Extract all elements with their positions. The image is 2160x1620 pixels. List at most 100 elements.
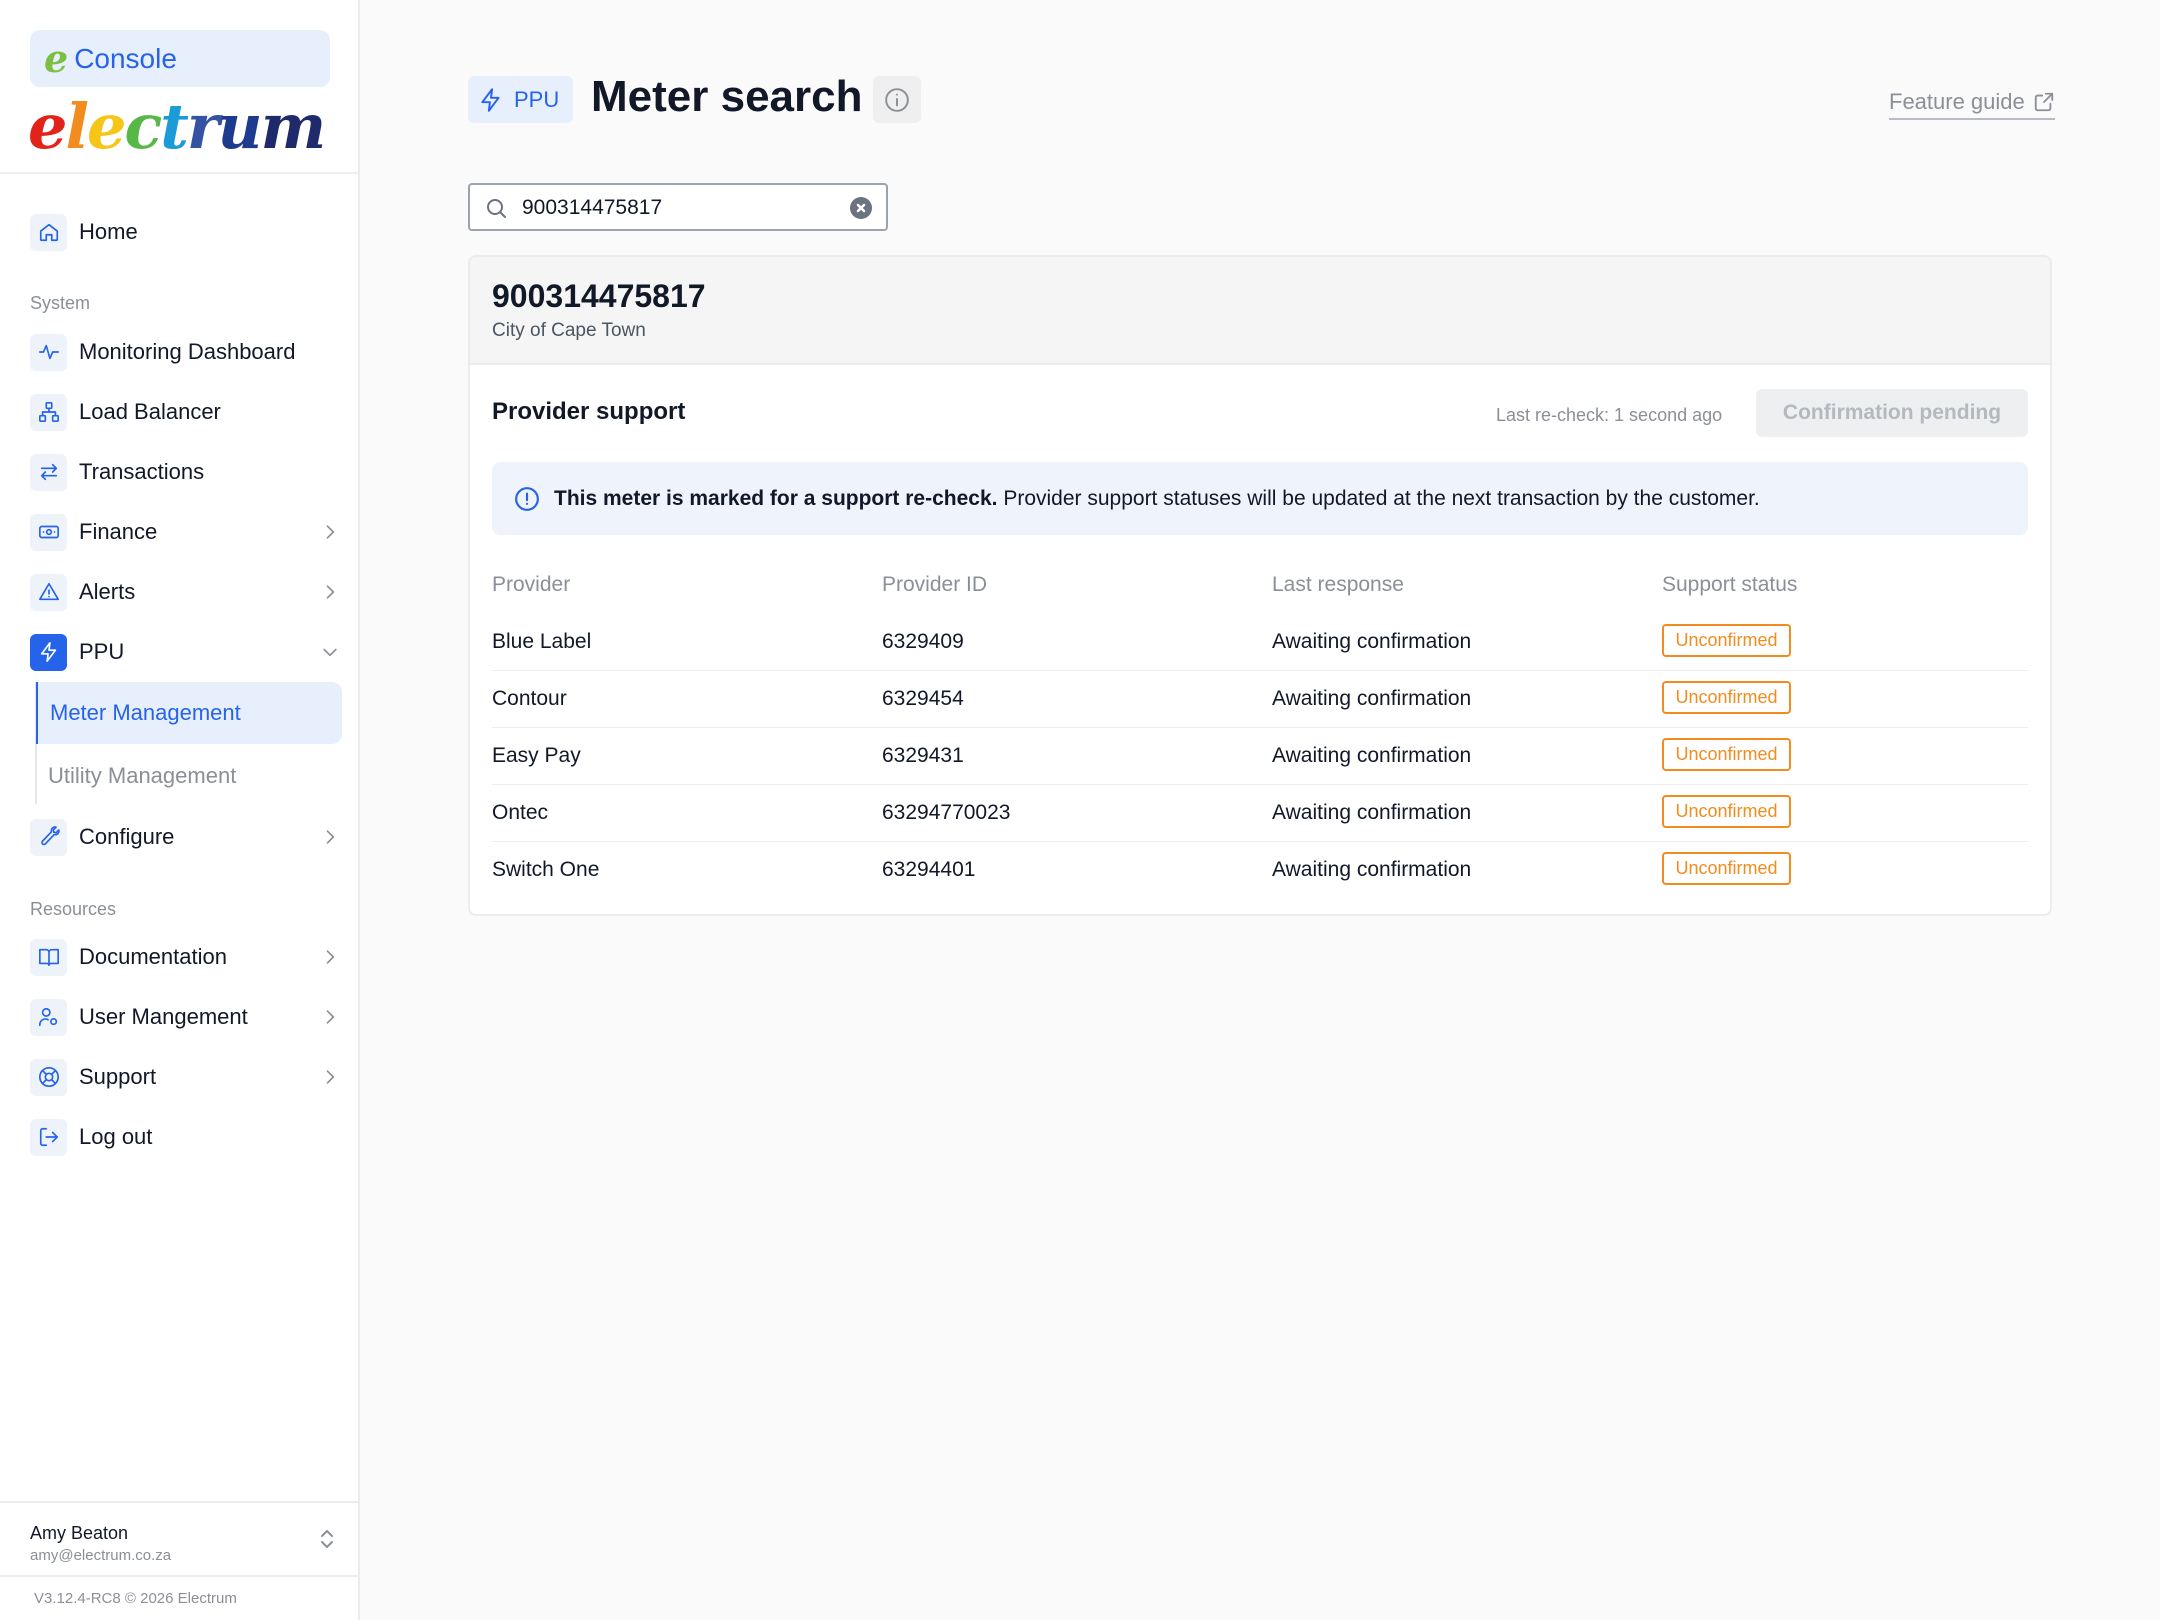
chevron-right-icon [320,522,340,542]
sidebar-item-label: Load Balancer [79,399,221,424]
chevron-down-icon [320,642,340,662]
provider-id: 6329454 [882,687,964,710]
hierarchy-icon [30,393,67,431]
sidebar-item-label: Transactions [79,459,205,484]
user-name: Amy Beaton [30,1523,129,1543]
sidebar-item-support[interactable]: Support [30,1057,340,1097]
info-button[interactable] [873,76,921,123]
user-menu[interactable]: Amy Beaton amy@electrum.co.za [0,1501,358,1577]
sidebar-item-label: Home [79,219,138,244]
last-response: Awaiting confirmation [1272,801,1472,824]
sidebar-subitem-utility-management[interactable]: Utility Management [36,745,342,807]
page-title: Meter search [591,72,863,121]
table-row: Easy Pay 6329431 Awaiting confirmation U… [492,728,2028,785]
last-response: Awaiting confirmation [1272,744,1472,767]
arrows-exchange-icon [30,453,67,491]
column-header-provider: Provider [492,573,571,596]
chevron-up-down-icon [318,1527,336,1551]
sidebar-item-label: Finance [79,519,158,544]
chevron-right-icon [320,1007,340,1027]
sidebar-item-documentation[interactable]: Documentation [30,937,340,977]
sidebar-divider [0,172,358,174]
table-row: Switch One 63294401 Awaiting confirmatio… [492,842,2028,899]
notice-bold: This meter is marked for a support re-ch… [554,486,998,510]
notice-text: This meter is marked for a support re-ch… [554,487,1760,511]
sidebar-item-label: Support [79,1064,157,1089]
section-label-resources: Resources [30,899,117,919]
external-link-icon [2034,92,2053,112]
meter-result-card: 900314475817 City of Cape Town Provider … [468,255,2052,916]
book-icon [30,938,67,976]
table-row: Blue Label 6329409 Awaiting confirmation… [492,614,2028,671]
provider-id: 6329409 [882,630,964,653]
last-response: Awaiting confirmation [1272,687,1472,710]
info-circle-icon [515,486,539,511]
feature-guide-link[interactable]: Feature guide [1889,86,2055,120]
user-email: amy@electrum.co.za [30,1547,172,1564]
meter-number: 900314475817 [492,278,706,314]
provider-name: Contour [492,687,567,710]
column-header-provider-id: Provider ID [882,573,988,596]
ppu-badge: PPU [468,76,573,123]
clear-search-icon[interactable] [850,197,872,219]
provider-id: 63294770023 [882,801,1011,824]
sidebar-item-label: PPU [79,639,125,664]
home-icon [30,213,67,251]
chevron-right-icon [320,582,340,602]
table-row: Ontec 63294770023 Awaiting confirmation … [492,785,2028,842]
lightning-icon [481,87,500,112]
sidebar-item-load-balancer[interactable]: Load Balancer [30,392,340,432]
provider-name: Easy Pay [492,744,581,767]
sidebar-item-logout[interactable]: Log out [30,1117,340,1157]
last-recheck-text: Last re-check: 1 second ago [1496,405,1723,425]
sidebar: e Console electrum Home System Monitorin… [0,0,360,1620]
meter-city: City of Cape Town [492,320,646,341]
sidebar-item-label: Documentation [79,944,227,969]
sidebar-item-user-management[interactable]: User Mangement [30,997,340,1037]
feature-guide-label: Feature guide [1889,89,2025,114]
lightning-icon [30,633,67,671]
logout-icon [30,1118,67,1156]
status-badge: Unconfirmed [1662,624,1791,657]
last-response: Awaiting confirmation [1272,630,1472,653]
sidebar-item-configure[interactable]: Configure [30,817,340,857]
info-icon [885,87,909,112]
sidebar-subitem-meter-management[interactable]: Meter Management [36,682,342,744]
sidebar-item-ppu[interactable]: PPU [30,632,340,672]
status-badge: Unconfirmed [1662,681,1791,714]
sidebar-item-transactions[interactable]: Transactions [30,452,340,492]
wrench-icon [30,818,67,856]
provider-support-title: Provider support [492,398,686,425]
recheck-notice: This meter is marked for a support re-ch… [492,462,2028,535]
sidebar-item-label: Monitoring Dashboard [79,339,296,364]
console-switcher[interactable]: e Console [30,30,330,87]
version-text: V3.12.4-RC8 © 2026 Electrum [34,1590,237,1607]
last-response: Awaiting confirmation [1272,858,1472,881]
confirmation-pending-button[interactable]: Confirmation pending [1756,389,2028,437]
ppu-badge-label: PPU [514,86,560,112]
status-badge: Unconfirmed [1662,738,1791,771]
electrum-logo: electrum [28,90,326,163]
chevron-right-icon [320,947,340,967]
sidebar-item-alerts[interactable]: Alerts [30,572,340,612]
sidebar-item-label: Log out [79,1124,153,1149]
chevron-right-icon [320,1067,340,1087]
sidebar-item-home[interactable]: Home [30,212,340,252]
warning-triangle-icon [30,573,67,611]
status-badge: Unconfirmed [1662,795,1791,828]
activity-icon [30,333,67,371]
search-input[interactable] [522,194,822,222]
meter-search-box [468,183,888,231]
provider-name: Ontec [492,801,549,824]
user-gear-icon [30,998,67,1036]
table-row: Contour 6329454 Awaiting confirmation Un… [492,671,2028,728]
sidebar-item-label: User Mangement [79,1004,248,1029]
provider-name: Switch One [492,858,600,881]
column-header-support-status: Support status [1662,573,1798,596]
sidebar-item-finance[interactable]: Finance [30,512,340,552]
sidebar-item-monitoring-dashboard[interactable]: Monitoring Dashboard [30,332,340,372]
section-label-system: System [30,293,91,313]
provider-id: 6329431 [882,744,964,767]
column-header-last-response: Last response [1272,573,1404,596]
banknote-icon [30,513,67,551]
